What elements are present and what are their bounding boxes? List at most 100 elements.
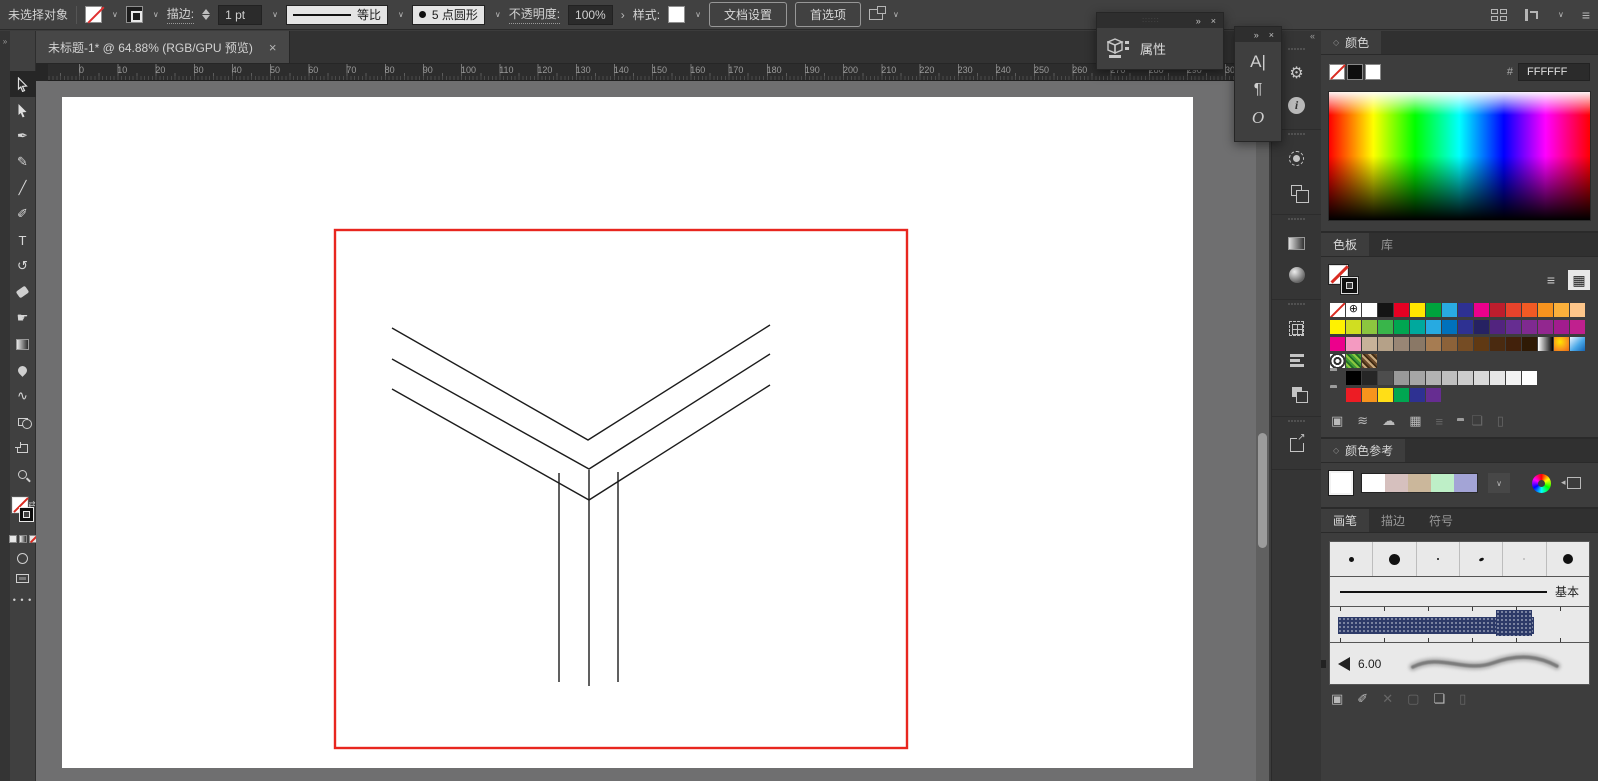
harmony-color[interactable] <box>1454 474 1477 492</box>
stroke-weight-field[interactable]: 1 pt <box>218 5 262 25</box>
swatch[interactable] <box>1362 371 1377 385</box>
libraries-panel-icon[interactable]: ✐ <box>1357 691 1368 707</box>
paintbrush-tool[interactable]: ✐ <box>10 201 36 227</box>
workspace-dropdown-icon[interactable]: ∨ <box>1558 10 1564 19</box>
stroke-black-swatch[interactable] <box>1347 64 1363 80</box>
swatch[interactable] <box>1538 303 1553 317</box>
stroke-dropdown-icon[interactable]: ∨ <box>153 10 159 19</box>
swatch[interactable] <box>1410 320 1425 334</box>
horizontal-ruler[interactable]: 0102030405060708090100110120130140150160… <box>36 64 1270 81</box>
swatch[interactable] <box>1442 337 1457 351</box>
arrange-dropdown-icon[interactable]: ∨ <box>893 10 899 19</box>
swatch-none[interactable] <box>1330 303 1345 317</box>
paragraph-panel-icon[interactable]: ¶ <box>1254 81 1263 99</box>
harmony-color[interactable] <box>1408 474 1431 492</box>
swatch[interactable] <box>1474 303 1489 317</box>
drawing-mode-icon[interactable] <box>17 553 28 564</box>
delete-swatch-icon[interactable]: ▯ <box>1497 413 1504 429</box>
appearance-icon[interactable] <box>1272 259 1321 291</box>
swatch-options-icon[interactable]: ≡ <box>1436 414 1444 429</box>
color-adjust-icon[interactable] <box>1272 142 1321 174</box>
swatch[interactable] <box>1538 337 1553 351</box>
swatch[interactable] <box>1490 371 1505 385</box>
swatch[interactable] <box>1410 337 1425 351</box>
tile-documents-icon[interactable] <box>1491 9 1507 21</box>
color-spectrum[interactable] <box>1328 91 1591 221</box>
canvas-area[interactable] <box>36 81 1256 781</box>
swatch[interactable] <box>1330 337 1345 351</box>
vertical-scrollbar[interactable] <box>1256 81 1269 781</box>
opacity-expand-icon[interactable]: › <box>621 8 625 22</box>
swatch[interactable] <box>1458 320 1473 334</box>
harmony-color[interactable] <box>1385 474 1408 492</box>
swatch[interactable] <box>1426 388 1441 402</box>
opentype-panel-icon[interactable]: O <box>1252 108 1264 128</box>
swatch[interactable] <box>1378 371 1393 385</box>
panel-close-icon[interactable]: × <box>1211 16 1216 26</box>
swatch[interactable] <box>1554 303 1569 317</box>
color-button[interactable] <box>9 535 17 543</box>
swatch[interactable] <box>1378 388 1393 402</box>
tab-libraries[interactable]: 库 <box>1369 233 1405 256</box>
calligraphic-brush[interactable] <box>1373 542 1416 576</box>
stroke-swatch-black[interactable] <box>19 507 34 522</box>
swatch[interactable] <box>1554 337 1569 351</box>
art-brush-row[interactable]: 6.00 <box>1329 643 1590 685</box>
swatch[interactable] <box>1538 320 1553 334</box>
live-paint-tool[interactable]: ☛ <box>10 305 36 331</box>
tab-color-guide[interactable]: ◇ 颜色参考 <box>1321 439 1405 462</box>
swatch[interactable] <box>1410 371 1425 385</box>
grid-view-icon[interactable]: ▦ <box>1568 270 1590 290</box>
swatch-overlap-icon[interactable] <box>1272 174 1321 206</box>
swatch[interactable] <box>1346 354 1361 368</box>
search-menu-icon[interactable]: ≡ <box>1582 7 1590 23</box>
swatch[interactable] <box>1410 303 1425 317</box>
properties-floating-panel[interactable]: :::::: » × 属性 <box>1096 12 1224 70</box>
swatch-libraries-icon[interactable]: ▣ <box>1331 413 1343 429</box>
tab-color[interactable]: ◇ 颜色 <box>1321 31 1381 54</box>
brush-libraries-icon[interactable]: ▣ <box>1331 691 1343 707</box>
swatch[interactable] <box>1490 337 1505 351</box>
panel-collapse-icon[interactable]: ◇ <box>1333 38 1339 47</box>
gradient-tool[interactable] <box>10 331 36 357</box>
swatch[interactable] <box>1522 337 1537 351</box>
align-icon[interactable] <box>1272 344 1321 376</box>
harmony-dropdown-icon[interactable]: ∨ <box>1488 473 1510 493</box>
pattern-brush-row[interactable] <box>1329 607 1590 643</box>
calligraphic-brush[interactable] <box>1460 542 1503 576</box>
tab-stroke[interactable]: 描边 <box>1369 509 1417 532</box>
stroke-color-swatch[interactable] <box>126 6 143 23</box>
swatch[interactable] <box>1330 354 1345 368</box>
calligraphic-brush[interactable] <box>1547 542 1589 576</box>
swatch[interactable] <box>1506 371 1521 385</box>
swatch[interactable] <box>1570 337 1585 351</box>
swatch[interactable] <box>1506 320 1521 334</box>
profile-dropdown-icon[interactable]: ∨ <box>398 10 404 19</box>
document-tab-close-icon[interactable]: × <box>269 40 277 55</box>
selected-object-options-icon[interactable]: ▢ <box>1407 691 1419 707</box>
fill-stroke-control[interactable]: ⇄ <box>10 497 36 529</box>
dock-grip[interactable] <box>1272 300 1321 308</box>
preferences-button[interactable]: 首选项 <box>795 2 861 27</box>
hex-value-field[interactable]: FFFFFF <box>1518 63 1590 81</box>
swatch[interactable] <box>1426 371 1441 385</box>
swatch[interactable] <box>1506 303 1521 317</box>
swatch[interactable] <box>1522 303 1537 317</box>
pathfinder-icon[interactable] <box>1272 376 1321 408</box>
tab-swatches[interactable]: 色板 <box>1321 233 1369 256</box>
harmony-color[interactable] <box>1362 474 1385 492</box>
swatch[interactable] <box>1362 354 1377 368</box>
stroke-weight-dropdown-icon[interactable]: ∨ <box>272 10 278 19</box>
swatch[interactable] <box>1394 371 1409 385</box>
color-group-folder-icon[interactable] <box>1330 388 1345 402</box>
fill-none-swatch[interactable] <box>1329 64 1345 80</box>
swatch[interactable] <box>1362 337 1377 351</box>
direct-selection-tool[interactable] <box>10 97 36 123</box>
fill-color-swatch[interactable] <box>85 6 102 23</box>
curvature-tool[interactable]: ✎ <box>10 149 36 175</box>
eyedropper-tool[interactable] <box>10 357 36 383</box>
swatch[interactable] <box>1474 320 1489 334</box>
rotate-tool[interactable]: ↺ <box>10 253 36 279</box>
collapse-tools-icon[interactable]: » <box>0 37 10 46</box>
opacity-field[interactable]: 100% <box>568 5 613 25</box>
